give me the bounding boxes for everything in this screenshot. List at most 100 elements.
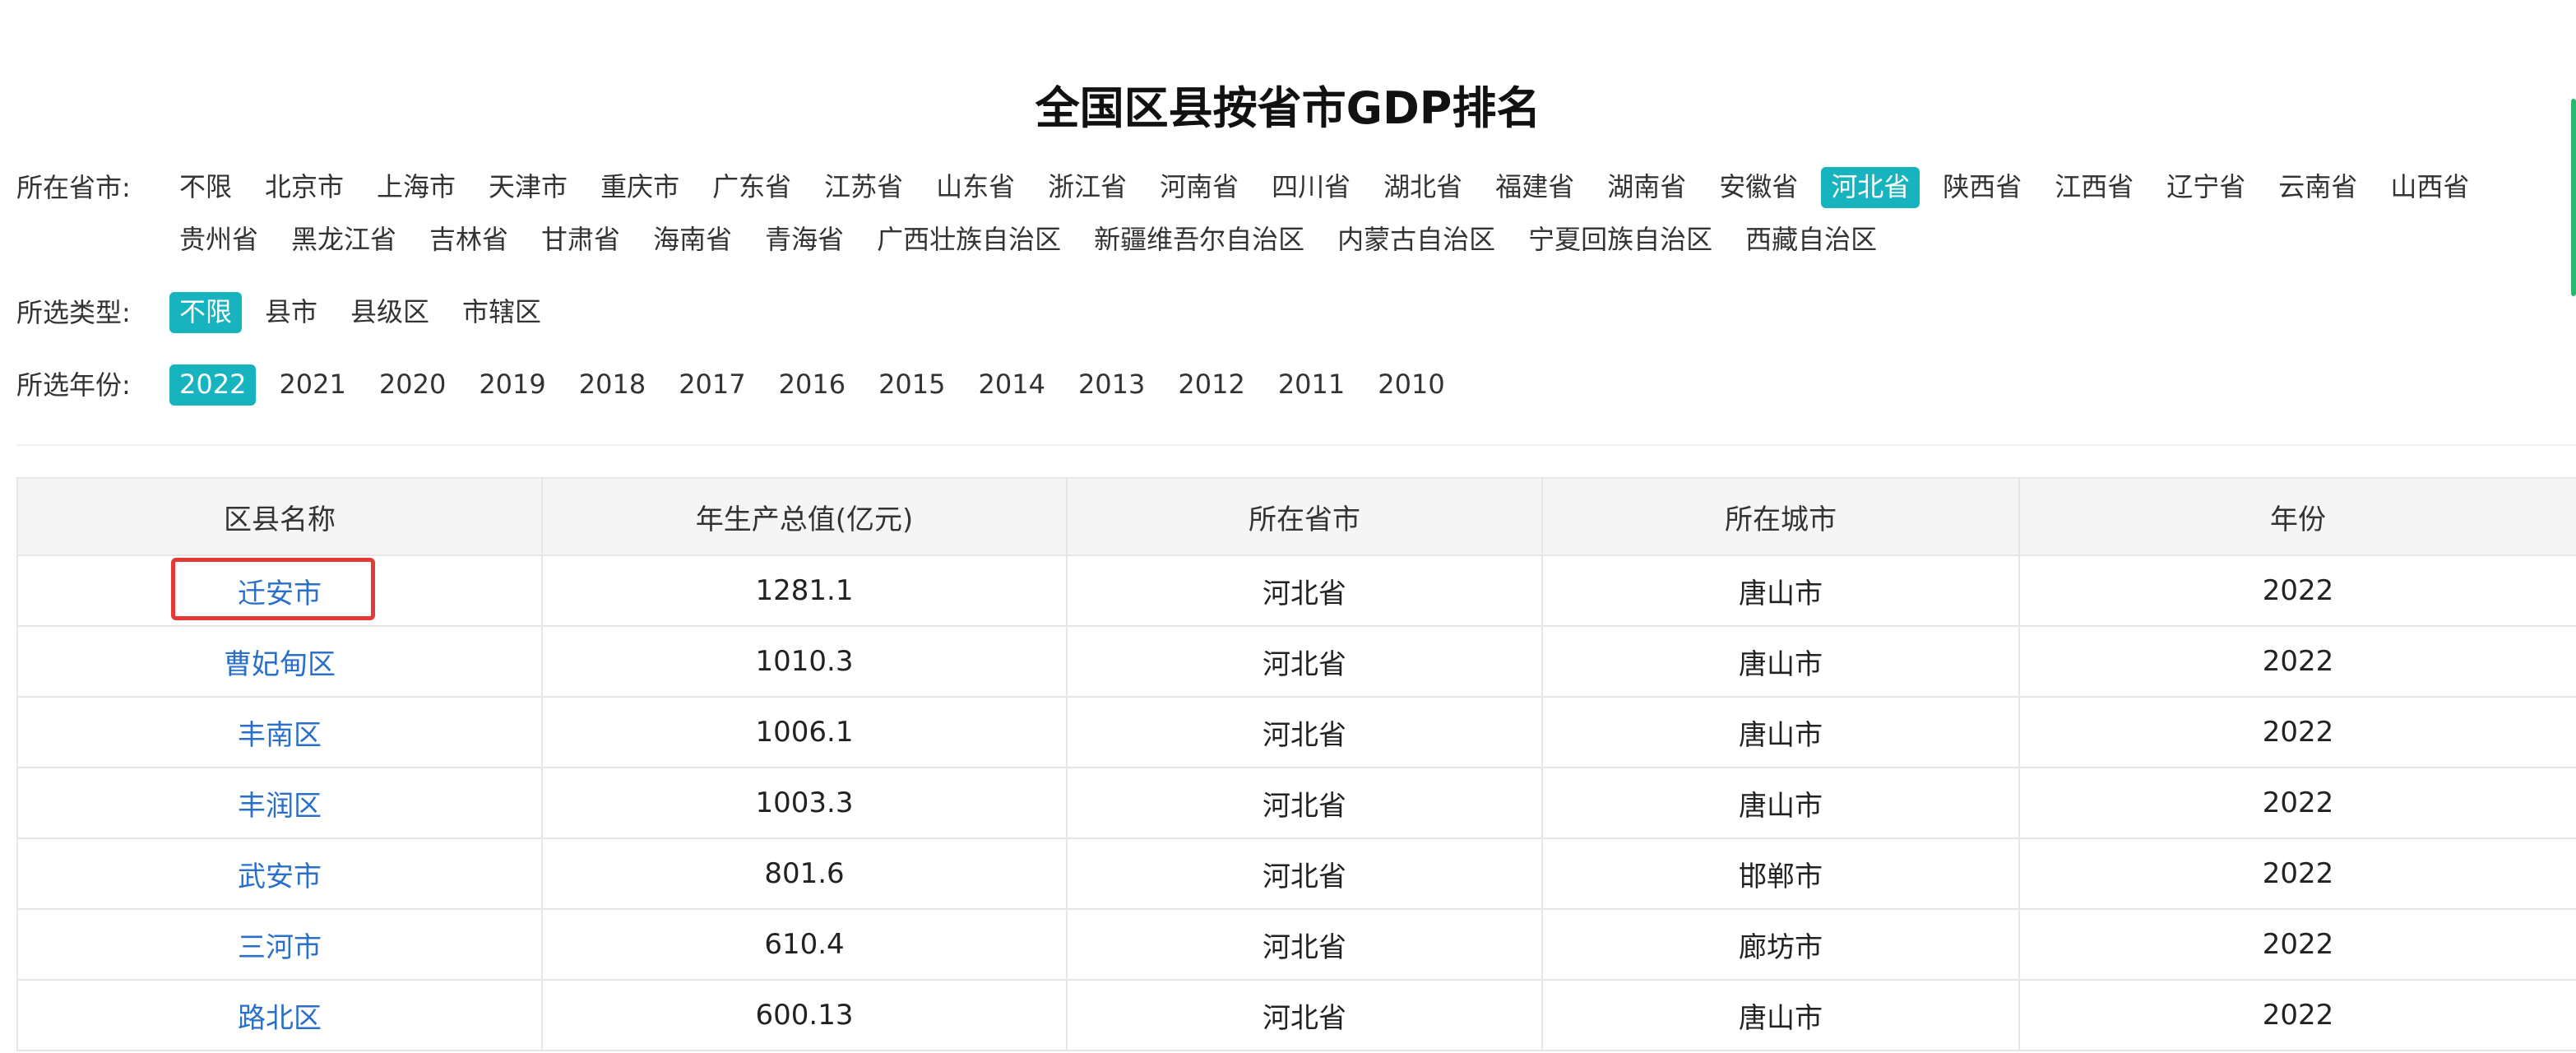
province-cell: 河北省 — [1067, 626, 1543, 698]
district-name-link[interactable]: 丰润区 — [238, 790, 322, 823]
year-option[interactable]: 2013 — [1068, 364, 1155, 406]
province-option[interactable]: 湖北省 — [1374, 167, 1472, 208]
province-option[interactable]: 山东省 — [926, 167, 1025, 208]
district-name-cell: 三河市 — [16, 909, 543, 981]
city-cell: 唐山市 — [1542, 980, 2020, 1051]
year-cell: 2022 — [2019, 980, 2576, 1051]
district-name-cell: 路北区 — [16, 980, 543, 1051]
year-option[interactable]: 2020 — [369, 364, 456, 406]
gdp-cell: 600.13 — [542, 980, 1068, 1051]
type-option[interactable]: 县市 — [255, 292, 327, 333]
year-option[interactable]: 2017 — [669, 364, 755, 406]
province-option[interactable]: 吉林省 — [419, 220, 518, 261]
type-option[interactable]: 不限 — [169, 292, 243, 333]
province-option[interactable]: 不限 — [169, 167, 242, 208]
table-row: 武安市 801.6 河北省 邯郸市 2022 — [16, 838, 2576, 910]
province-option[interactable]: 广东省 — [702, 167, 801, 208]
province-option[interactable]: 黑龙江省 — [281, 220, 406, 261]
province-option[interactable]: 北京市 — [255, 167, 354, 208]
gdp-cell: 610.4 — [542, 909, 1068, 981]
city-cell: 邯郸市 — [1542, 838, 2020, 910]
gdp-cell: 1281.1 — [542, 555, 1068, 627]
province-filter: 所在省市: 不限 北京市 上海市 天津市 重庆市 广东省 江苏省 山东省 浙江省 河南省 四川省 湖北… — [16, 161, 2576, 267]
year-cell: 2022 — [2019, 697, 2576, 768]
year-option[interactable]: 2012 — [1168, 364, 1254, 406]
year-option[interactable]: 2019 — [469, 364, 555, 406]
filter-divider — [16, 444, 2576, 446]
province-option[interactable]: 四川省 — [1262, 167, 1360, 208]
province-cell: 河北省 — [1067, 768, 1543, 839]
header-gdp: 年生产总值(亿元) — [542, 477, 1068, 556]
province-option[interactable]: 江西省 — [2045, 167, 2143, 208]
table-header-row: 区县名称 年生产总值(亿元) 所在省市 所在城市 年份 — [16, 477, 2576, 556]
province-option[interactable]: 安徽省 — [1709, 167, 1808, 208]
year-option[interactable]: 2016 — [769, 364, 855, 406]
gdp-cell: 1010.3 — [542, 626, 1068, 698]
province-option[interactable]: 福建省 — [1485, 167, 1584, 208]
year-option[interactable]: 2018 — [569, 364, 656, 406]
scroll-indicator[interactable] — [2571, 99, 2576, 296]
province-option[interactable]: 云南省 — [2268, 167, 2367, 208]
province-option[interactable]: 新疆维吾尔自治区 — [1084, 220, 1314, 261]
province-option[interactable]: 江苏省 — [814, 167, 913, 208]
province-option[interactable]: 内蒙古自治区 — [1327, 220, 1505, 261]
year-option[interactable]: 2015 — [869, 364, 955, 406]
gdp-cell: 801.6 — [542, 838, 1068, 910]
province-option[interactable]: 宁夏回族自治区 — [1518, 220, 1722, 261]
year-option[interactable]: 2021 — [269, 364, 355, 406]
city-cell: 唐山市 — [1542, 626, 2020, 698]
province-option[interactable]: 河南省 — [1150, 167, 1249, 208]
year-cell: 2022 — [2019, 909, 2576, 981]
district-name-link[interactable]: 路北区 — [238, 1002, 322, 1035]
province-cell: 河北省 — [1067, 909, 1543, 981]
year-option[interactable]: 2011 — [1268, 364, 1355, 406]
province-option[interactable]: 上海市 — [367, 167, 466, 208]
table-row: 曹妃甸区 1010.3 河北省 唐山市 2022 — [16, 626, 2576, 698]
district-name-cell: 丰润区 — [16, 768, 543, 839]
province-cell: 河北省 — [1067, 555, 1543, 627]
province-option[interactable]: 重庆市 — [591, 167, 689, 208]
year-cell: 2022 — [2019, 555, 2576, 627]
city-cell: 廊坊市 — [1542, 909, 2020, 981]
district-name-link[interactable]: 武安市 — [238, 860, 322, 893]
district-name-link[interactable]: 丰南区 — [238, 719, 322, 752]
city-cell: 唐山市 — [1542, 768, 2020, 839]
province-option[interactable]: 甘肃省 — [531, 220, 630, 261]
province-option[interactable]: 河北省 — [1821, 167, 1920, 208]
province-option[interactable]: 辽宁省 — [2157, 167, 2255, 208]
year-options: 2022 2021 2020 2019 2018 2017 2016 2015 2014 2013… — [169, 359, 2576, 411]
province-option[interactable]: 西藏自治区 — [1735, 220, 1887, 261]
province-option[interactable]: 陕西省 — [1933, 167, 2032, 208]
district-name-cell: 曹妃甸区 — [16, 626, 543, 698]
year-option[interactable]: 2022 — [169, 364, 257, 406]
province-option[interactable]: 天津市 — [479, 167, 577, 208]
district-name-cell: 丰南区 — [16, 697, 543, 768]
district-name-link[interactable]: 曹妃甸区 — [224, 648, 336, 681]
province-option[interactable]: 海南省 — [643, 220, 742, 261]
type-options: 不限 县市 县级区 市辖区 — [169, 286, 2576, 339]
city-cell: 唐山市 — [1542, 555, 2020, 627]
province-option[interactable]: 湖南省 — [1597, 167, 1696, 208]
type-option[interactable]: 市辖区 — [452, 292, 551, 333]
year-option[interactable]: 2010 — [1368, 364, 1454, 406]
city-cell: 唐山市 — [1542, 697, 2020, 768]
table-row: 三河市 610.4 河北省 廊坊市 2022 — [16, 909, 2576, 981]
year-option[interactable]: 2014 — [969, 364, 1055, 406]
table-row: 迁安市 1281.1 河北省 唐山市 2022 — [16, 555, 2576, 627]
year-filter: 所选年份: 2022 2021 2020 2019 2018 2017 2016 2015 20… — [16, 359, 2576, 411]
province-option[interactable]: 浙江省 — [1038, 167, 1137, 208]
gdp-cell: 1003.3 — [542, 768, 1068, 839]
province-option[interactable]: 山西省 — [2380, 167, 2479, 208]
province-option[interactable]: 贵州省 — [169, 220, 268, 261]
type-option[interactable]: 县级区 — [341, 292, 439, 333]
province-cell: 河北省 — [1067, 980, 1543, 1051]
year-cell: 2022 — [2019, 768, 2576, 839]
header-province: 所在省市 — [1067, 477, 1543, 556]
header-district-name: 区县名称 — [16, 477, 543, 556]
province-option[interactable]: 青海省 — [755, 220, 854, 261]
province-cell: 河北省 — [1067, 838, 1543, 910]
type-filter: 所选类型: 不限 县市 县级区 市辖区 — [16, 286, 2576, 339]
province-option[interactable]: 广西壮族自治区 — [867, 220, 1071, 261]
district-name-link[interactable]: 三河市 — [238, 931, 322, 964]
district-name-link[interactable]: 迁安市 — [238, 578, 322, 610]
